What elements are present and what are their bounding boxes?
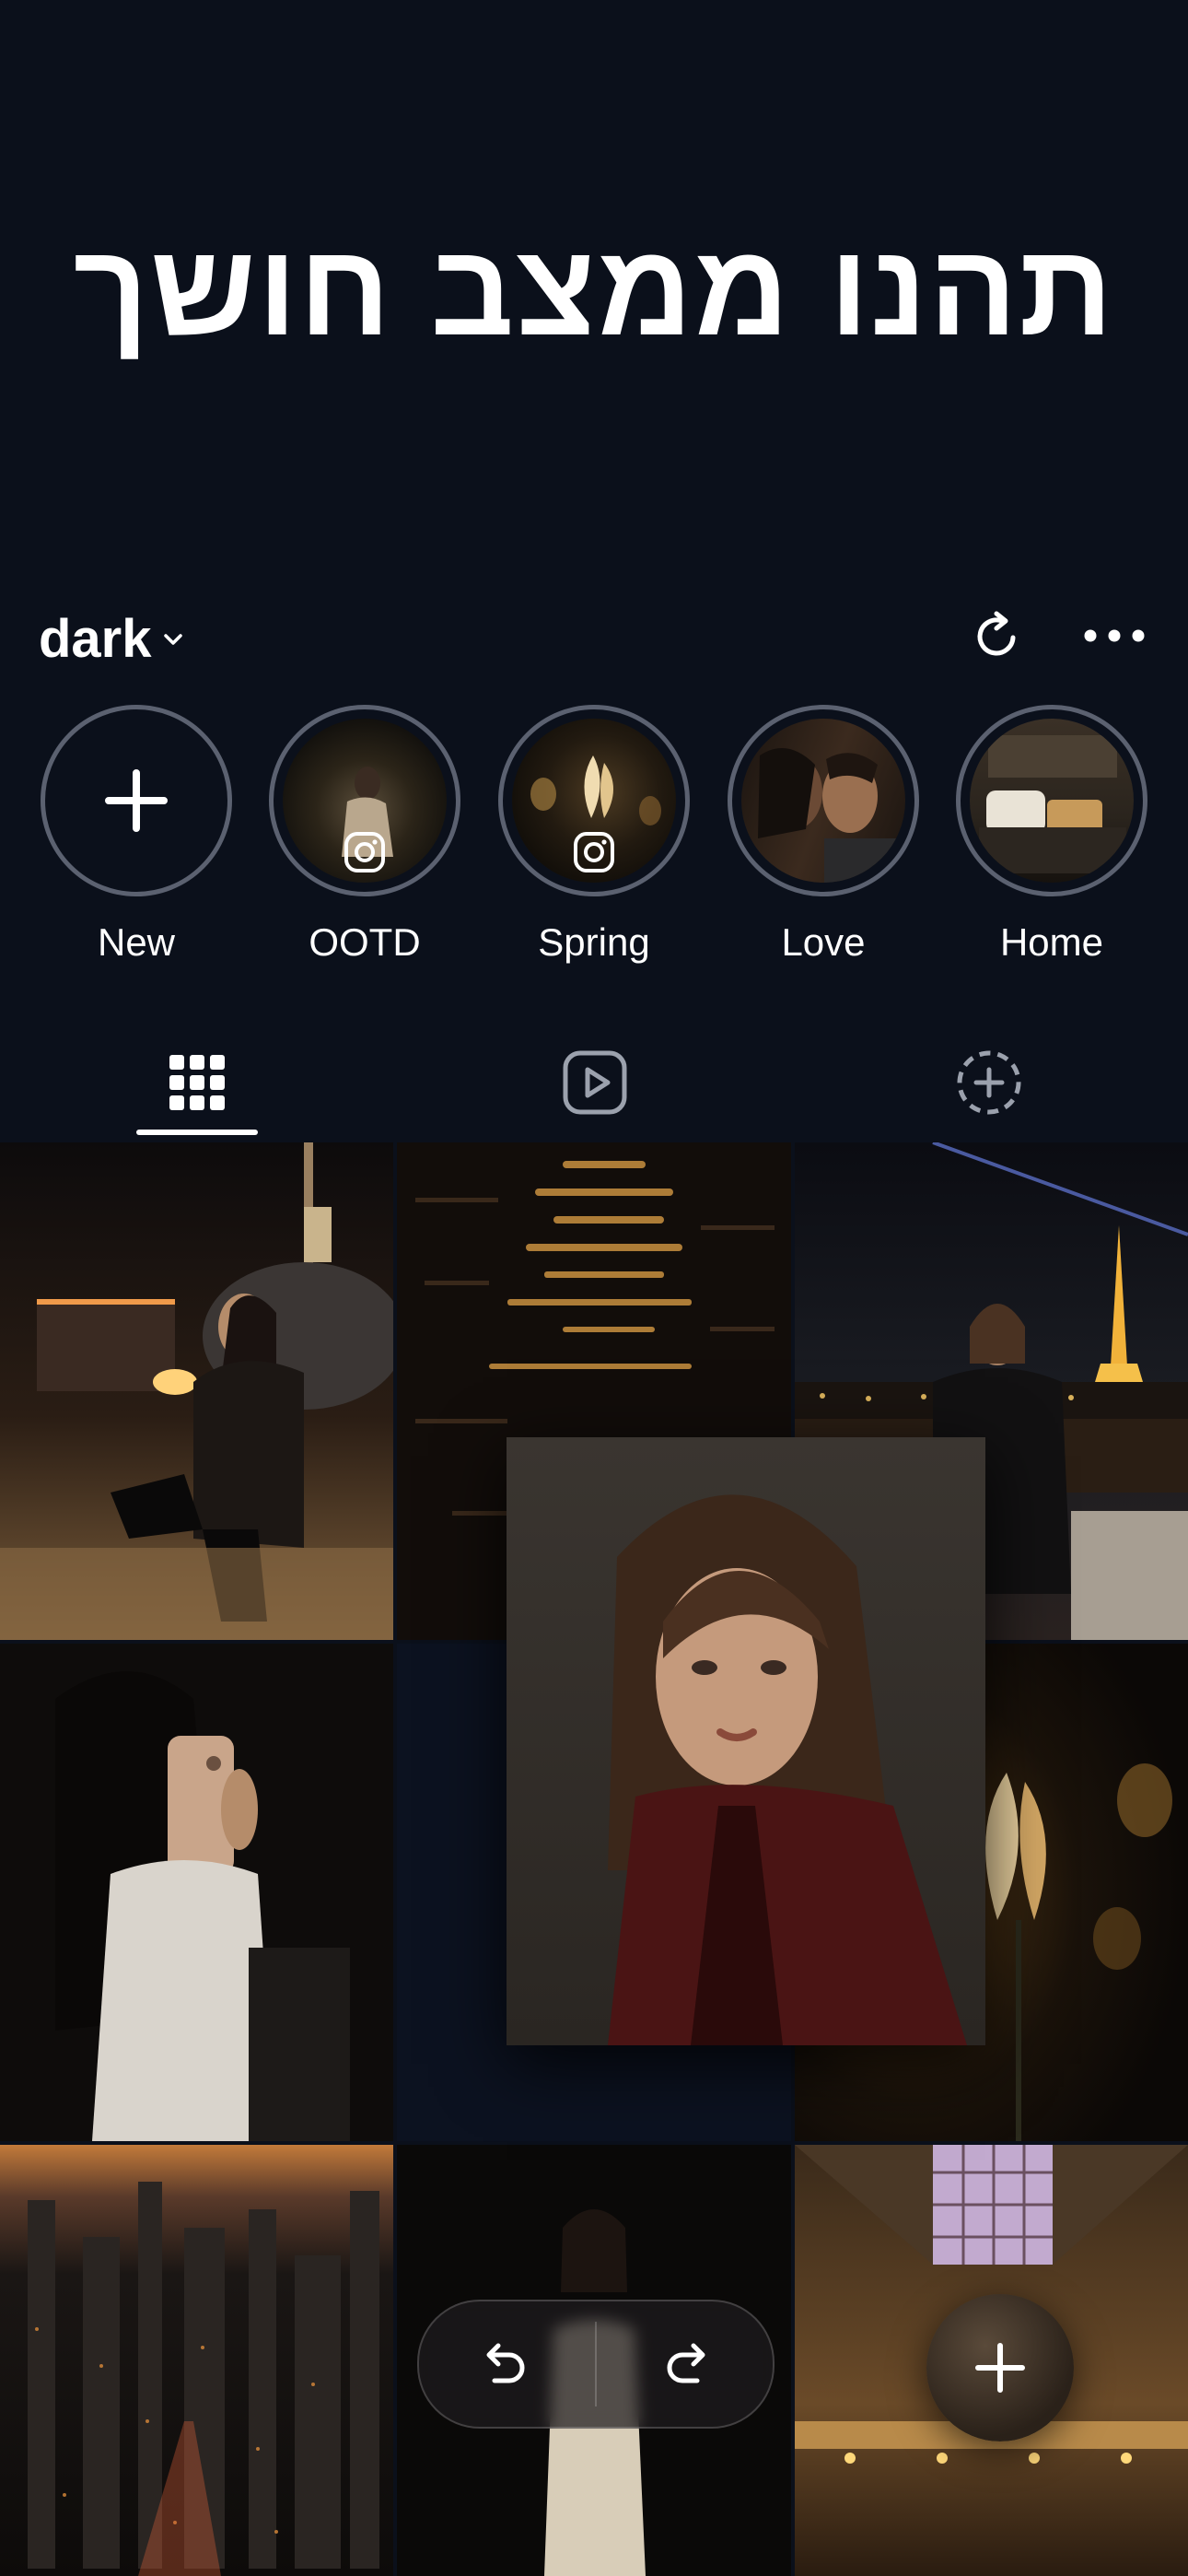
hero: תהנו ממצב חושך — [0, 0, 1188, 590]
divider — [595, 2322, 597, 2406]
highlight-label: OOTD — [309, 920, 421, 964]
highlight-label: Spring — [538, 920, 650, 964]
undo-redo-bar — [417, 2300, 775, 2429]
redo-icon[interactable] — [660, 2335, 719, 2394]
highlight-ring — [498, 705, 690, 896]
add-post-icon — [957, 1050, 1021, 1115]
tab-grid[interactable] — [136, 1023, 258, 1142]
undo-icon[interactable] — [472, 2335, 531, 2394]
hero-title: תהנו ממצב חושך — [73, 217, 1115, 363]
highlight-spring[interactable]: Spring — [493, 705, 695, 965]
refresh-icon[interactable] — [969, 606, 1028, 665]
profile-header: dark — [0, 599, 1188, 682]
plus-icon — [105, 769, 168, 832]
highlight-ring — [269, 705, 460, 896]
more-options-icon[interactable] — [1079, 615, 1149, 656]
reels-icon — [563, 1050, 627, 1115]
tab-reels[interactable] — [534, 1023, 656, 1142]
highlight-label: Love — [781, 920, 866, 964]
add-post-button[interactable] — [926, 2294, 1074, 2441]
active-tab-indicator — [136, 1130, 258, 1135]
plus-icon — [975, 2343, 1025, 2393]
tab-planned[interactable] — [928, 1023, 1050, 1142]
highlight-ring — [41, 705, 232, 896]
instagram-icon — [574, 832, 614, 872]
account-switcher[interactable]: dark — [39, 608, 185, 670]
highlight-ring — [728, 705, 919, 896]
highlight-ootd[interactable]: OOTD — [263, 705, 466, 965]
highlight-love[interactable]: Love — [722, 705, 925, 965]
grid-post[interactable] — [0, 2145, 393, 2576]
chevron-down-icon — [163, 633, 182, 645]
highlight-label: New — [97, 920, 176, 964]
dragged-post-preview[interactable] — [507, 1437, 985, 2045]
highlight-new[interactable]: New — [35, 705, 238, 965]
story-highlights: New OOTD Spring Love Home — [0, 705, 1188, 981]
highlight-home[interactable]: Home — [950, 705, 1153, 965]
grid-icon — [169, 1055, 225, 1110]
account-name: dark — [39, 609, 152, 669]
highlight-cover — [970, 719, 1134, 883]
highlight-cover — [741, 719, 905, 883]
instagram-icon — [344, 832, 385, 872]
highlight-ring — [956, 705, 1147, 896]
profile-tabs — [0, 1023, 1188, 1142]
highlight-label: Home — [999, 920, 1104, 964]
grid-post[interactable] — [0, 1142, 393, 1640]
grid-post[interactable] — [0, 1644, 393, 2141]
